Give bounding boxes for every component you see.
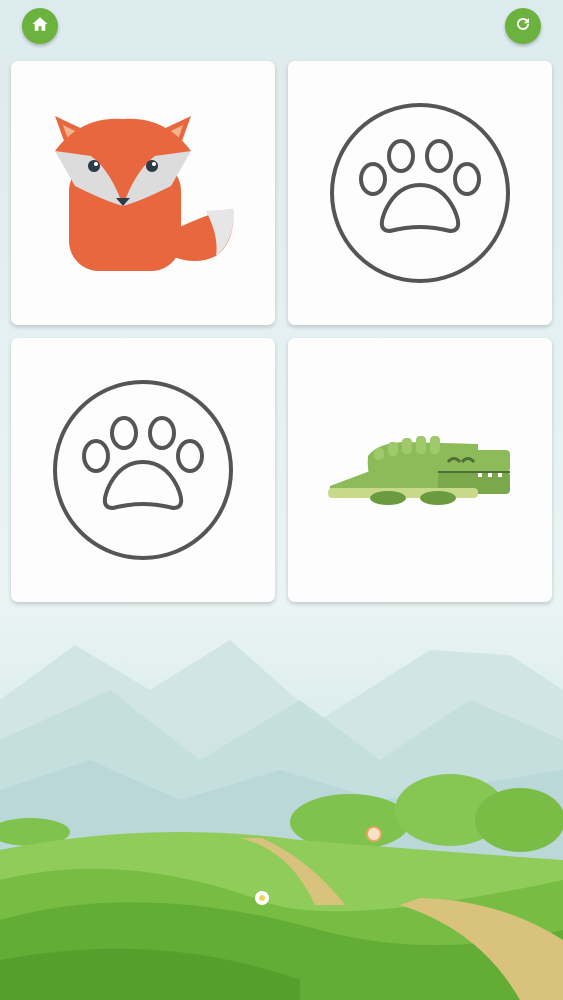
memory-card-fox[interactable] bbox=[11, 61, 275, 325]
restart-icon bbox=[514, 15, 532, 38]
paw-icon bbox=[53, 380, 233, 560]
home-icon bbox=[31, 15, 49, 38]
memory-card-crocodile[interactable] bbox=[288, 338, 552, 602]
fox-image bbox=[55, 116, 234, 271]
memory-card-hidden[interactable] bbox=[11, 338, 275, 602]
crocodile-image bbox=[328, 436, 510, 505]
paw-icon bbox=[330, 103, 510, 283]
memory-card-hidden[interactable] bbox=[288, 61, 552, 325]
home-button[interactable] bbox=[22, 8, 58, 44]
restart-button[interactable] bbox=[505, 8, 541, 44]
